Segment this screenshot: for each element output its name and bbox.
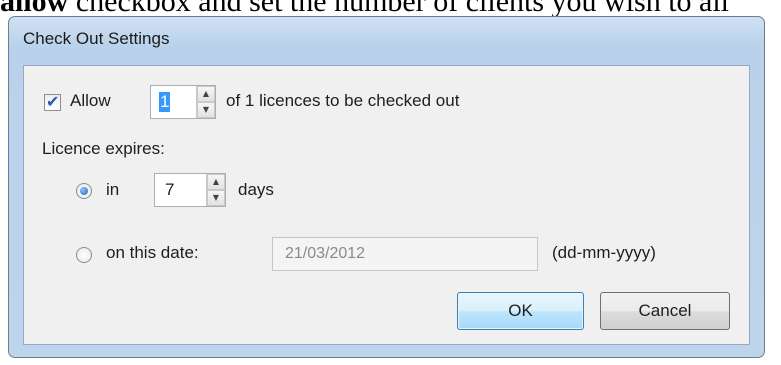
date-format-hint: (dd-mm-yyyy) [552,243,656,262]
expires-on-date-radio[interactable] [76,247,92,263]
expiry-date-value: 21/03/2012 [285,245,366,262]
days-stepper[interactable]: 7 ▲ ▼ [154,173,226,207]
dialog-client-area: ✔ Allow 1 ▲ ▼ of 1 licences to be checke… [23,65,750,345]
days-value[interactable]: 7 [165,180,174,200]
check-mark-icon: ✔ [46,92,60,111]
spin-down-icon[interactable]: ▼ [197,102,215,118]
check-out-settings-dialog: Check Out Settings ✔ Allow 1 ▲ ▼ of 1 li… [8,16,765,358]
days-unit-label: days [238,180,274,199]
expiry-date-field[interactable]: 21/03/2012 [272,237,538,271]
ok-button[interactable]: OK [457,292,584,330]
radio-selected-dot-icon [80,187,88,195]
dialog-title: Check Out Settings [23,29,170,48]
allow-label: Allow [70,91,111,110]
expires-on-date-label: on this date: [106,243,199,262]
licence-count-stepper[interactable]: 1 ▲ ▼ [150,85,216,119]
licence-count-suffix: of 1 licences to be checked out [226,91,460,110]
spin-down-icon[interactable]: ▼ [207,190,225,206]
expires-in-label: in [106,180,120,199]
expires-in-radio[interactable] [76,183,92,199]
spin-up-icon[interactable]: ▲ [207,174,225,190]
licence-expires-label: Licence expires: [42,139,165,158]
allow-checkbox[interactable]: ✔ [44,92,61,111]
cancel-button[interactable]: Cancel [600,292,730,330]
spin-up-icon[interactable]: ▲ [197,86,215,102]
licence-count-value[interactable]: 1 [159,92,171,112]
